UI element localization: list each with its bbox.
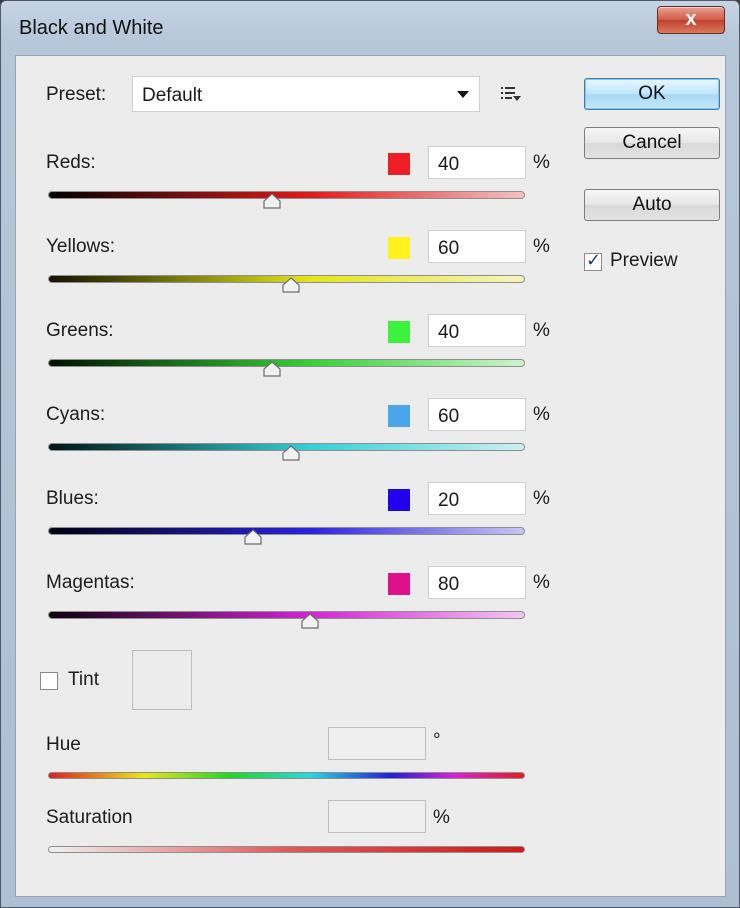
magentas-slider-thumb[interactable] xyxy=(300,613,320,629)
greens-unit: % xyxy=(533,320,550,341)
preview-checkbox[interactable]: ✓ xyxy=(584,250,602,271)
list-menu-icon[interactable] xyxy=(500,84,522,104)
saturation-unit: % xyxy=(433,807,450,828)
magentas-color-swatch xyxy=(388,573,410,595)
reds-color-swatch xyxy=(388,153,410,175)
greens-slider-track[interactable] xyxy=(48,359,525,367)
cancel-button[interactable]: Cancel xyxy=(584,127,720,159)
blues-value-field[interactable]: 20 xyxy=(428,482,526,515)
title-bar[interactable]: Black and White x xyxy=(1,1,739,55)
yellows-color-swatch xyxy=(388,237,410,259)
cyans-slider-thumb[interactable] xyxy=(281,445,301,461)
hue-slider-track[interactable] xyxy=(48,772,525,779)
reds-label: Reds: xyxy=(46,152,96,173)
hue-label: Hue xyxy=(46,734,81,755)
auto-button[interactable]: Auto xyxy=(584,189,720,221)
greens-slider-thumb[interactable] xyxy=(262,361,282,377)
blues-unit: % xyxy=(533,488,550,509)
window-title: Black and White xyxy=(19,17,164,39)
saturation-field[interactable] xyxy=(328,800,426,833)
yellows-slider-thumb[interactable] xyxy=(281,277,301,293)
hue-unit: ° xyxy=(433,730,441,751)
chevron-down-icon xyxy=(457,91,469,98)
blues-slider-thumb[interactable] xyxy=(243,529,263,545)
greens-color-swatch xyxy=(388,321,410,343)
tint-checkbox[interactable] xyxy=(40,672,58,690)
blues-label: Blues: xyxy=(46,488,99,509)
check-icon: ✓ xyxy=(586,250,602,270)
magentas-unit: % xyxy=(533,572,550,593)
dialog-window: Black and White x Preset: Default OK Can… xyxy=(0,0,740,908)
tint-label: Tint xyxy=(68,669,99,690)
reds-slider-track[interactable] xyxy=(48,191,525,199)
magentas-value-field[interactable]: 80 xyxy=(428,566,526,599)
saturation-slider-track[interactable] xyxy=(48,846,525,853)
cyans-label: Cyans: xyxy=(46,404,106,425)
yellows-label: Yellows: xyxy=(46,236,116,257)
cyans-unit: % xyxy=(533,404,550,425)
close-button[interactable]: x xyxy=(657,6,725,34)
magentas-slider-track[interactable] xyxy=(48,611,525,619)
cyans-value-field[interactable]: 60 xyxy=(428,398,526,431)
blues-color-swatch xyxy=(388,489,410,511)
preview-label: Preview xyxy=(610,250,678,271)
magentas-label: Magentas: xyxy=(46,572,135,593)
preset-label: Preset: xyxy=(46,84,107,105)
yellows-value-field[interactable]: 60 xyxy=(428,230,526,263)
hue-field[interactable] xyxy=(328,727,426,760)
yellows-unit: % xyxy=(533,236,550,257)
cyans-color-swatch xyxy=(388,405,410,427)
dialog-content: Preset: Default OK Cancel Auto ✓ Preview… xyxy=(15,55,726,897)
greens-value-field[interactable]: 40 xyxy=(428,314,526,347)
ok-button[interactable]: OK xyxy=(584,78,720,110)
blues-slider-track[interactable] xyxy=(48,527,525,535)
saturation-label: Saturation xyxy=(46,807,133,828)
preset-dropdown[interactable]: Default xyxy=(132,76,480,112)
tint-color-swatch[interactable] xyxy=(132,650,192,710)
preset-value: Default xyxy=(142,85,203,106)
greens-label: Greens: xyxy=(46,320,114,341)
reds-slider-thumb[interactable] xyxy=(262,193,282,209)
reds-unit: % xyxy=(533,152,550,173)
reds-value-field[interactable]: 40 xyxy=(428,146,526,179)
